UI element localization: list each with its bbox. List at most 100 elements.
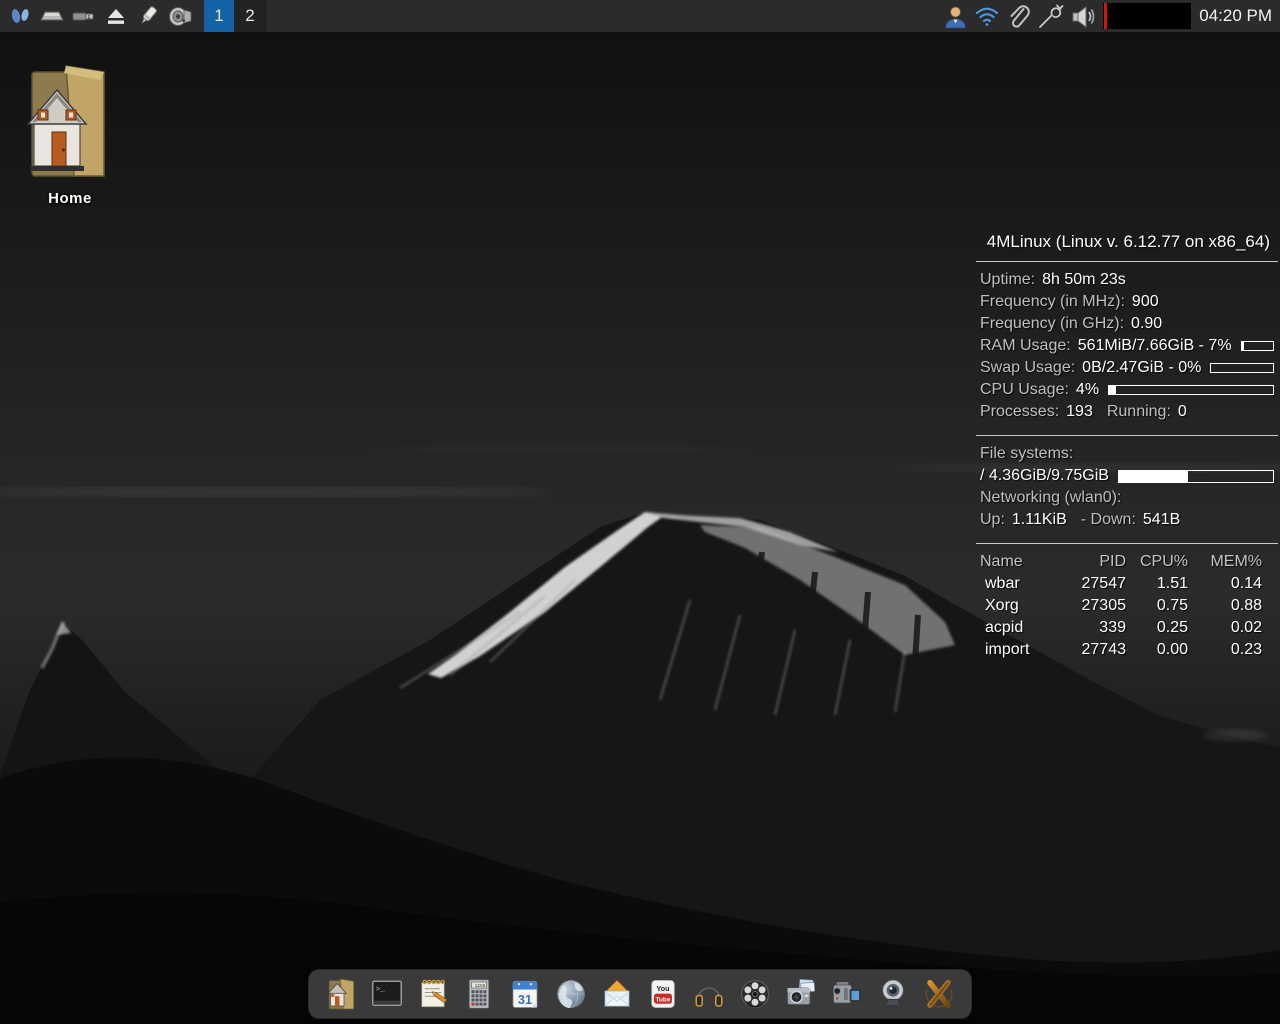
dock-music-player-icon[interactable]: [690, 975, 728, 1013]
dock-terminal-icon[interactable]: >_: [368, 975, 406, 1013]
process-header-mem: MEM%: [1188, 551, 1262, 573]
process-cell: 27547: [1050, 573, 1126, 595]
process-cell: 27305: [1050, 595, 1126, 617]
cpu-label: CPU Usage:: [980, 379, 1069, 401]
freq-mhz-value: 900: [1132, 291, 1159, 313]
dock-video-player-icon[interactable]: [736, 975, 774, 1013]
swap-value: 0B/2.47GiB - 0%: [1082, 357, 1201, 379]
ram-bar: [1241, 341, 1274, 351]
networking-row: Networking (wlan0):: [976, 487, 1278, 509]
top-panel: 1 2: [0, 0, 1280, 34]
dock-text-editor-icon[interactable]: [414, 975, 452, 1013]
filesystems-row: File systems:: [976, 443, 1278, 465]
process-cell: 0.14: [1188, 573, 1262, 595]
ram-value: 561MiB/7.66GiB - 7%: [1078, 335, 1232, 357]
swap-label: Swap Usage:: [980, 357, 1075, 379]
dock-webcam-icon[interactable]: [874, 975, 912, 1013]
footprints-icon[interactable]: [6, 2, 34, 30]
calendar-day-text: 31: [518, 992, 532, 1007]
process-cell: 0.02: [1188, 617, 1262, 639]
workspace-2[interactable]: 2: [235, 0, 266, 32]
process-cell: 27743: [1050, 639, 1126, 661]
process-header-cpu: CPU%: [1126, 551, 1188, 573]
processes-label: Processes:: [980, 401, 1059, 423]
dock-web-browser-icon[interactable]: [552, 975, 590, 1013]
dock-xorg-icon[interactable]: [920, 975, 958, 1013]
dock-calendar-icon[interactable]: 31: [506, 975, 544, 1013]
process-cell: 0.25: [1126, 617, 1188, 639]
freq-ghz-label: Frequency (in GHz):: [980, 313, 1124, 335]
freq-ghz-row: Frequency (in GHz): 0.90: [976, 313, 1278, 335]
process-cell: 1.51: [1126, 573, 1188, 595]
freq-mhz-label: Frequency (in MHz):: [980, 291, 1125, 313]
process-table: Name PID CPU% MEM% wbar275471.510.14Xorg…: [976, 551, 1278, 661]
panel-clock: 04:20 PM: [1199, 6, 1272, 26]
wifi-icon[interactable]: [973, 2, 1001, 30]
networking-label: Networking (wlan0):: [980, 487, 1121, 509]
usb-drive-icon[interactable]: [70, 2, 98, 30]
process-cell: 0.75: [1126, 595, 1188, 617]
desktop-icon-home[interactable]: Home: [18, 60, 122, 207]
conky-divider: [976, 543, 1278, 544]
dock: >_ 1256: [308, 969, 972, 1019]
dock-camcorder-icon[interactable]: [828, 975, 866, 1013]
ram-row: RAM Usage: 561MiB/7.66GiB - 7%: [976, 335, 1278, 357]
fs-root-bar: [1118, 470, 1274, 483]
process-cell: wbar: [980, 573, 1050, 595]
dock-camera-icon[interactable]: [782, 975, 820, 1013]
cpu-value: 4%: [1076, 379, 1099, 401]
filesystems-label: File systems:: [980, 443, 1073, 465]
down-label: - Down:: [1081, 509, 1136, 531]
volume-icon[interactable]: [1069, 2, 1097, 30]
cpu-bar: [1108, 385, 1274, 395]
conky-divider: [976, 435, 1278, 436]
dock-home-folder-icon[interactable]: [322, 975, 360, 1013]
eject-icon[interactable]: [102, 2, 130, 30]
dock-youtube-icon[interactable]: You Tube: [644, 975, 682, 1013]
conky-title: 4MLinux (Linux v. 6.12.77 on x86_64): [976, 232, 1278, 252]
processes-row: Processes: 193 Running: 0: [976, 401, 1278, 423]
swap-bar: [1210, 363, 1274, 373]
home-folder-large-icon: [18, 60, 116, 188]
ram-label: RAM Usage:: [980, 335, 1071, 357]
dock-calculator-icon[interactable]: 1256: [460, 975, 498, 1013]
graph-marker: [1104, 3, 1107, 29]
uptime-value: 8h 50m 23s: [1042, 269, 1126, 291]
user-icon[interactable]: [941, 2, 969, 30]
terminal-prompt-text: >_: [376, 986, 386, 994]
dock-mail-icon[interactable]: [598, 975, 636, 1013]
workspace-1[interactable]: 1: [204, 0, 235, 32]
uptime-label: Uptime:: [980, 269, 1035, 291]
freq-ghz-value: 0.90: [1131, 313, 1162, 335]
youtube-top-text: You: [657, 985, 670, 993]
process-cell: 339: [1050, 617, 1126, 639]
running-label: Running:: [1107, 401, 1171, 423]
cpu-row: CPU Usage: 4%: [976, 379, 1278, 401]
updown-row: Up: 1.11KiB - Down: 541B: [976, 509, 1278, 531]
power-plug-icon[interactable]: [1037, 2, 1065, 30]
process-header-pid: PID: [1050, 551, 1126, 573]
process-cell: 0.00: [1126, 639, 1188, 661]
calculator-display-text: 1256: [475, 983, 486, 989]
process-cell: import: [980, 639, 1050, 661]
process-cell: acpid: [980, 617, 1050, 639]
desktop-icon-label: Home: [18, 190, 122, 207]
cpu-history-graph: [1103, 3, 1191, 29]
conky-monitor: 4MLinux (Linux v. 6.12.77 on x86_64) Upt…: [976, 232, 1278, 661]
disc-drive-icon[interactable]: [38, 2, 66, 30]
process-cell: 0.23: [1188, 639, 1262, 661]
up-value: 1.11KiB: [1012, 509, 1067, 531]
fs-root-row: / 4.36GiB/9.75GiB: [976, 465, 1278, 487]
down-value: 541B: [1143, 509, 1180, 531]
speaker-icon[interactable]: [166, 2, 194, 30]
youtube-bottom-text: Tube: [656, 996, 671, 1003]
process-cell: Xorg: [980, 595, 1050, 617]
running-value: 0: [1178, 401, 1187, 423]
pen-tool-icon[interactable]: [134, 2, 162, 30]
swap-row: Swap Usage: 0B/2.47GiB - 0%: [976, 357, 1278, 379]
up-label: Up:: [980, 509, 1005, 531]
uptime-row: Uptime: 8h 50m 23s: [976, 269, 1278, 291]
process-cell: 0.88: [1188, 595, 1262, 617]
processes-value: 193: [1066, 401, 1093, 423]
paperclip-icon[interactable]: [1005, 2, 1033, 30]
